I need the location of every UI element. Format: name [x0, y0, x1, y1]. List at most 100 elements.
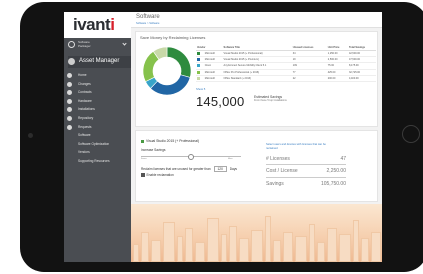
home-button[interactable] — [402, 125, 420, 143]
sidebar-item[interactable]: Installations — [64, 105, 131, 114]
show-more-link[interactable]: Show 5 — [196, 87, 205, 91]
table-cell: 4,400.00 — [347, 75, 376, 83]
sidebar-item-label: Home — [78, 73, 87, 77]
sidebar-item[interactable]: Contracts — [64, 88, 131, 97]
selected-software: Visual Studio 2015 (+ Professional) — [141, 139, 199, 143]
table-cell: Microsoft — [203, 75, 223, 83]
table-cell: 22 — [291, 75, 327, 83]
building — [265, 216, 271, 262]
sidebar-item-label: Hardware — [78, 98, 92, 103]
sidebar-item-label: Contracts — [78, 90, 92, 95]
divider — [266, 164, 346, 165]
sidebar-item-label: Changes — [78, 81, 91, 86]
sidebar-item-label: Software Optimization — [78, 141, 110, 146]
nav-icon — [67, 124, 72, 130]
building — [151, 240, 161, 262]
legend-swatch — [197, 51, 200, 55]
sidebar-item[interactable]: Software — [64, 131, 131, 140]
enable-reclamation[interactable]: Enable reclamation — [141, 173, 174, 177]
user-menu[interactable]: Software Packager — [68, 40, 130, 54]
sidebar-item[interactable]: Home — [64, 71, 131, 80]
app-screen: ivanti Software Packager Asset Manager Ho… — [64, 12, 382, 262]
breadcrumb[interactable]: Software > Software — [136, 22, 159, 25]
divider — [266, 177, 346, 178]
building — [221, 234, 227, 262]
building — [327, 228, 337, 262]
sidebar-item[interactable]: Software Optimization — [64, 140, 131, 149]
estimated-savings-value: 145,000 — [196, 94, 245, 109]
camera — [28, 133, 33, 138]
sidebar-item-label: Software — [78, 133, 91, 138]
legend-swatch — [197, 58, 200, 62]
building — [339, 234, 351, 262]
building — [353, 220, 359, 262]
building — [229, 226, 237, 262]
optimization-card: Visual Studio 2015 (+ Professional) Incr… — [135, 130, 378, 202]
building — [295, 236, 307, 262]
days-input[interactable]: 120 — [213, 166, 227, 172]
legend-swatch — [197, 77, 200, 81]
building — [239, 238, 249, 262]
savings-card-title: Save Money by Reclaiming Licenses — [140, 35, 206, 40]
building — [133, 244, 139, 262]
table-cell: Office Standard (+ 2013) — [222, 75, 292, 83]
licenses-stat: # Licenses 47 — [266, 156, 346, 162]
sidebar-item[interactable]: Requests — [64, 123, 131, 132]
sidebar-item[interactable]: Supporting Resources — [64, 157, 131, 166]
nav-icon — [67, 73, 72, 78]
sidebar-item[interactable]: Repository — [64, 114, 131, 123]
savings-slider-handle[interactable] — [188, 153, 194, 160]
building — [283, 232, 293, 262]
sidebar-item-label: Requests — [78, 124, 92, 129]
slider-min-label: Fewer — [141, 158, 147, 160]
nav-icon — [67, 107, 72, 113]
nav-icon — [67, 115, 72, 121]
chevron-down-icon — [122, 41, 127, 46]
sidebar-item-label: Installations — [78, 107, 95, 112]
savings-donut-chart — [142, 46, 192, 96]
table-row[interactable]: Microsoft Office Standard (+ 2013) 22 200.0… — [196, 75, 376, 83]
city-skyline-image — [131, 204, 382, 262]
building — [141, 232, 149, 262]
donut-slice[interactable] — [166, 46, 192, 78]
building — [361, 238, 369, 262]
app-title[interactable]: Asset Manager — [68, 56, 131, 68]
sidebar: ivanti Software Packager Asset Manager Ho… — [64, 12, 131, 262]
nav-icon — [67, 98, 72, 104]
user-icon — [68, 41, 75, 48]
building — [163, 222, 175, 262]
slider-max-label: More — [228, 158, 233, 160]
building — [317, 242, 325, 262]
asset-icon — [68, 58, 75, 65]
page-title: Software — [136, 14, 160, 20]
building — [207, 218, 219, 262]
cost-stat: Cost / License 2,250.00 — [266, 168, 346, 174]
logo-area: ivanti — [64, 12, 131, 38]
sidebar-item[interactable]: Hardware — [64, 97, 131, 106]
building — [273, 240, 281, 262]
main-content: Software Software > Software Save Money … — [131, 12, 382, 262]
estimated-savings-caption: Estimated Savings From these 5 top Insta… — [254, 95, 287, 102]
sidebar-item-label: Supporting Resources — [78, 158, 110, 163]
logo: ivanti — [73, 15, 115, 34]
sidebar-item[interactable]: Changes — [64, 80, 131, 89]
savings-stat: Savings 105,750.00 — [266, 181, 346, 187]
building — [251, 230, 263, 262]
savings-table: Vendor Software Title Unused Licenses Unit … — [196, 45, 376, 83]
enable-checkbox[interactable] — [141, 173, 145, 177]
select-users-link[interactable]: Select users and devices with licenses t… — [266, 143, 336, 150]
donut-slice[interactable] — [150, 74, 191, 96]
sidebar-item[interactable]: Vendors — [64, 148, 131, 157]
series-color-swatch — [141, 139, 144, 143]
building — [195, 242, 205, 262]
nav-icon — [67, 90, 72, 96]
top-bar: Software Software > Software — [131, 12, 382, 28]
savings-card: Save Money by Reclaiming Licenses Vendor… — [135, 31, 378, 127]
building — [371, 232, 381, 262]
increase-savings-label: Increase Savings — [141, 148, 166, 152]
sidebar-item-label: Vendors — [78, 150, 90, 155]
sidebar-nav: Home Changes Contracts Hardware Installation… — [64, 71, 131, 166]
building — [185, 228, 193, 262]
nav-icon — [67, 81, 72, 87]
building — [177, 236, 183, 262]
